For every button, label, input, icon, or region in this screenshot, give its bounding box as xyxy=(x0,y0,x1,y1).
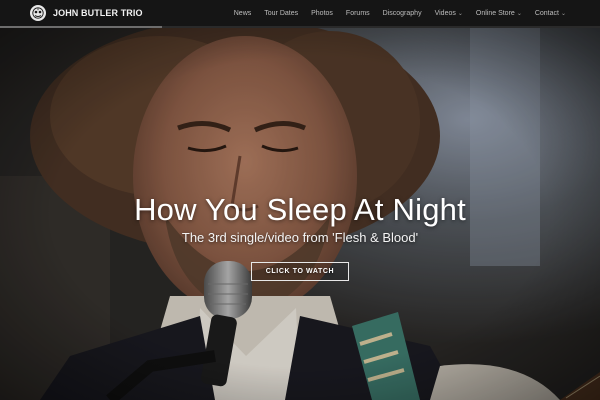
nav-item-label: Photos xyxy=(311,9,333,17)
hero-banner: How You Sleep At Night The 3rd single/vi… xyxy=(0,26,600,400)
nav-item-discography[interactable]: Discography xyxy=(383,10,422,17)
brand-name: JOHN BUTLER TRIO xyxy=(53,8,143,18)
chevron-down-icon: ⌄ xyxy=(560,10,566,17)
chevron-down-icon: ⌄ xyxy=(457,10,463,17)
nav-item-photos[interactable]: Photos xyxy=(311,10,333,17)
nav-item-tour-dates[interactable]: Tour Dates xyxy=(264,10,298,17)
nav-item-videos[interactable]: Videos ⌄ xyxy=(435,10,463,17)
nav-item-forums[interactable]: Forums xyxy=(346,10,370,17)
hero-subtitle: The 3rd single/video from 'Flesh & Blood… xyxy=(181,230,419,245)
chevron-down-icon: ⌄ xyxy=(516,10,522,17)
nav-item-label: Tour Dates xyxy=(264,9,299,17)
nav-item-contact[interactable]: Contact ⌄ xyxy=(535,10,566,17)
hero-title: How You Sleep At Night xyxy=(134,192,466,227)
band-emblem-icon xyxy=(30,5,46,21)
nav-item-label: Online Store xyxy=(475,9,515,17)
nav-item-label: Discography xyxy=(382,9,422,17)
nav-item-label: Contact xyxy=(534,9,559,17)
click-to-watch-button[interactable]: CLICK TO WATCH xyxy=(251,262,349,281)
top-navbar: JOHN BUTLER TRIO News Tour Dates Photos … xyxy=(0,0,600,28)
main-menu: News Tour Dates Photos Forums Discograph… xyxy=(221,10,566,17)
nav-item-news[interactable]: News xyxy=(234,10,252,17)
nav-item-label: News xyxy=(233,9,252,17)
brand-link[interactable]: JOHN BUTLER TRIO xyxy=(30,5,143,21)
nav-item-label: Videos xyxy=(434,9,456,17)
nav-item-online-store[interactable]: Online Store ⌄ xyxy=(476,10,522,17)
nav-item-label: Forums xyxy=(345,9,370,17)
